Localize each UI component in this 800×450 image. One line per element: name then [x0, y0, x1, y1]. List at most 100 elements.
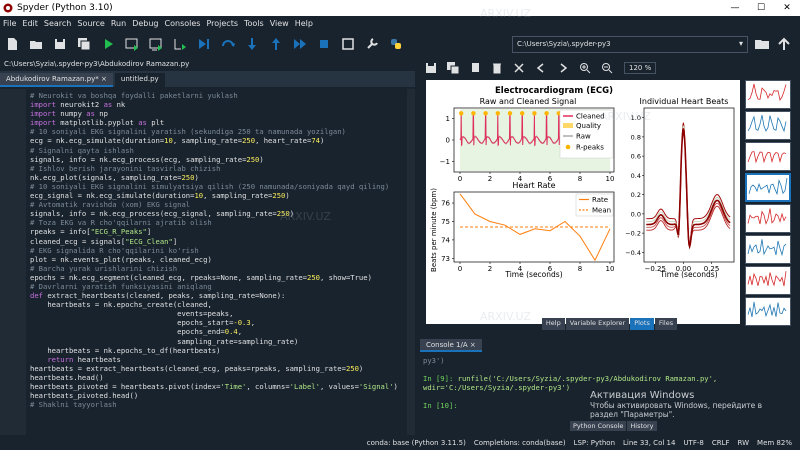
- legend-label-rpeaks: R-peaks: [576, 144, 604, 152]
- tab-variable-explorer[interactable]: Variable Explorer: [565, 318, 630, 330]
- menu-file[interactable]: File: [3, 19, 16, 28]
- r-peak-marker: [544, 111, 549, 116]
- menu-projects[interactable]: Projects: [206, 19, 238, 28]
- tab-plots[interactable]: Plots: [630, 318, 654, 330]
- watermark-line-2: Чтобы активировать Windows, перейдите в: [590, 401, 763, 410]
- code-line: heartbeats = nk.epochs_to_df(heartbeats): [47, 345, 221, 355]
- remove-all-icon[interactable]: [508, 60, 530, 76]
- run-selection-icon[interactable]: [168, 33, 192, 55]
- editor-tab-active[interactable]: Abdukodirov Ramazan.py* ×: [0, 73, 113, 87]
- step-into-icon[interactable]: [240, 33, 264, 55]
- copy-icon[interactable]: [464, 60, 486, 76]
- save-all-icon[interactable]: [72, 33, 96, 55]
- step-icon[interactable]: [216, 33, 240, 55]
- subplot-title-heartbeats: Individual Heart Beats: [640, 97, 729, 106]
- console-line: py3'): [423, 356, 445, 365]
- run-icon[interactable]: [96, 33, 120, 55]
- x-tick-label: 8: [578, 175, 582, 183]
- menu-search[interactable]: Search: [44, 19, 71, 28]
- code-line: signals, info = nk.ecg_process(ecg, samp…: [30, 154, 264, 164]
- debug-icon[interactable]: [192, 33, 216, 55]
- y-tick-label: 1: [446, 115, 450, 123]
- minimize-button[interactable]: —: [722, 3, 748, 13]
- parent-directory-icon[interactable]: [776, 37, 792, 51]
- r-peak-marker: [495, 111, 500, 116]
- code-line: # Shaklni tayyorlash: [30, 400, 117, 410]
- menu-source[interactable]: Source: [77, 19, 104, 28]
- menu-debug[interactable]: Debug: [132, 19, 158, 28]
- menu-tools[interactable]: Tools: [244, 19, 264, 28]
- run-cell-icon[interactable]: [120, 33, 144, 55]
- maximize-button[interactable]: ☐: [748, 3, 774, 13]
- tab-history[interactable]: History: [627, 421, 657, 431]
- plot-thumbnail[interactable]: [745, 111, 791, 140]
- editor-file-path: C:\Users\Syzia\.spyder-py3\Abdukodirov R…: [0, 58, 415, 71]
- continue-icon[interactable]: [288, 33, 312, 55]
- tab-files[interactable]: Files: [654, 318, 678, 330]
- close-button[interactable]: ✕: [774, 3, 800, 13]
- zoom-in-icon[interactable]: [574, 60, 596, 76]
- r-peak-marker: [532, 111, 537, 116]
- editor-tab[interactable]: untitled.py: [114, 73, 165, 87]
- save-icon[interactable]: [48, 33, 72, 55]
- plot-thumbnail[interactable]: [745, 142, 791, 171]
- code-line: signals, info = nk.ecg_process(ecg_signa…: [30, 209, 295, 219]
- editor-scrollbar[interactable]: [407, 89, 415, 435]
- close-tab-icon[interactable]: ×: [101, 75, 107, 83]
- console-tab-label: Console 1/A: [426, 341, 468, 349]
- preferences-icon[interactable]: [360, 33, 384, 55]
- previous-icon[interactable]: [530, 60, 552, 76]
- new-file-icon[interactable]: [0, 33, 24, 55]
- working-directory-combo[interactable]: C:\Users\Syzia\.spyder-py3 ▾: [512, 36, 748, 53]
- menu-consoles[interactable]: Consoles: [165, 19, 201, 28]
- save-plot-icon[interactable]: [420, 60, 442, 76]
- save-all-plots-icon[interactable]: [442, 60, 464, 76]
- browse-folder-icon[interactable]: [754, 37, 770, 51]
- status-eol: CRLF: [711, 438, 730, 447]
- code-line: heartbeats.head(): [30, 372, 104, 382]
- close-tab-icon[interactable]: ×: [470, 341, 476, 349]
- status-encoding: UTF-8: [683, 438, 704, 447]
- figure-title: Electrocardiogram (ECG): [495, 86, 613, 96]
- plot-thumbnail[interactable]: [745, 204, 791, 233]
- xlabel-heartbeats: Time (seconds): [659, 270, 717, 279]
- menu-help[interactable]: Help: [295, 19, 313, 28]
- x-tick-label: 10: [606, 265, 615, 273]
- maximize-icon[interactable]: [336, 33, 360, 55]
- tab-python-console[interactable]: Python Console: [570, 421, 627, 431]
- run-cell-advance-icon[interactable]: [144, 33, 168, 55]
- subplot-title-raw-cleaned: Raw and Cleaned Signal: [480, 97, 577, 106]
- menu-run[interactable]: Run: [111, 19, 126, 28]
- menu-bar: File Edit Search Source Run Debug Consol…: [0, 16, 800, 30]
- x-tick-label: 2: [488, 175, 492, 183]
- code-line: events=peaks,: [177, 309, 234, 319]
- plot-thumbnail[interactable]: [745, 266, 791, 295]
- spyder-app-icon: [3, 3, 13, 13]
- y-tick-label: 0.8: [631, 133, 641, 141]
- zoom-level[interactable]: 120 %: [624, 62, 657, 74]
- status-bar: conda: base (Python 3.11.5) Completions:…: [0, 435, 800, 450]
- plot-thumbnail[interactable]: [745, 80, 791, 109]
- console-prompt: In [9]:: [423, 374, 454, 383]
- code-editor[interactable]: # Neurokit va boshqa foydalli paketlarni…: [0, 89, 415, 435]
- stop-debug-icon[interactable]: [312, 33, 336, 55]
- menu-view[interactable]: View: [270, 19, 289, 28]
- code-lines: # Neurokit va boshqa foydalli paketlarni…: [30, 91, 398, 409]
- plot-thumbnail[interactable]: [745, 235, 791, 264]
- code-line: # Barcha yurak urishlarini chizish: [30, 263, 178, 273]
- status-env[interactable]: conda: base (Python 3.11.5): [367, 439, 466, 447]
- status-mem: Mem 82%: [757, 438, 792, 447]
- code-line: heartbeats = extract_heartbeats(cleaned_…: [30, 363, 364, 373]
- next-icon[interactable]: [552, 60, 574, 76]
- menu-edit[interactable]: Edit: [22, 19, 38, 28]
- console-tab[interactable]: Console 1/A ×: [420, 339, 482, 352]
- zoom-out-icon[interactable]: [596, 60, 618, 76]
- step-return-icon[interactable]: [264, 33, 288, 55]
- watermark-line-1: Активация Windows: [590, 390, 695, 401]
- plot-thumbnail[interactable]: [745, 173, 791, 202]
- remove-plot-icon[interactable]: [486, 60, 508, 76]
- open-file-icon[interactable]: [24, 33, 48, 55]
- legend-label-rate: Rate: [592, 196, 608, 204]
- tab-help[interactable]: Help: [541, 318, 565, 330]
- python-path-icon[interactable]: [384, 33, 408, 55]
